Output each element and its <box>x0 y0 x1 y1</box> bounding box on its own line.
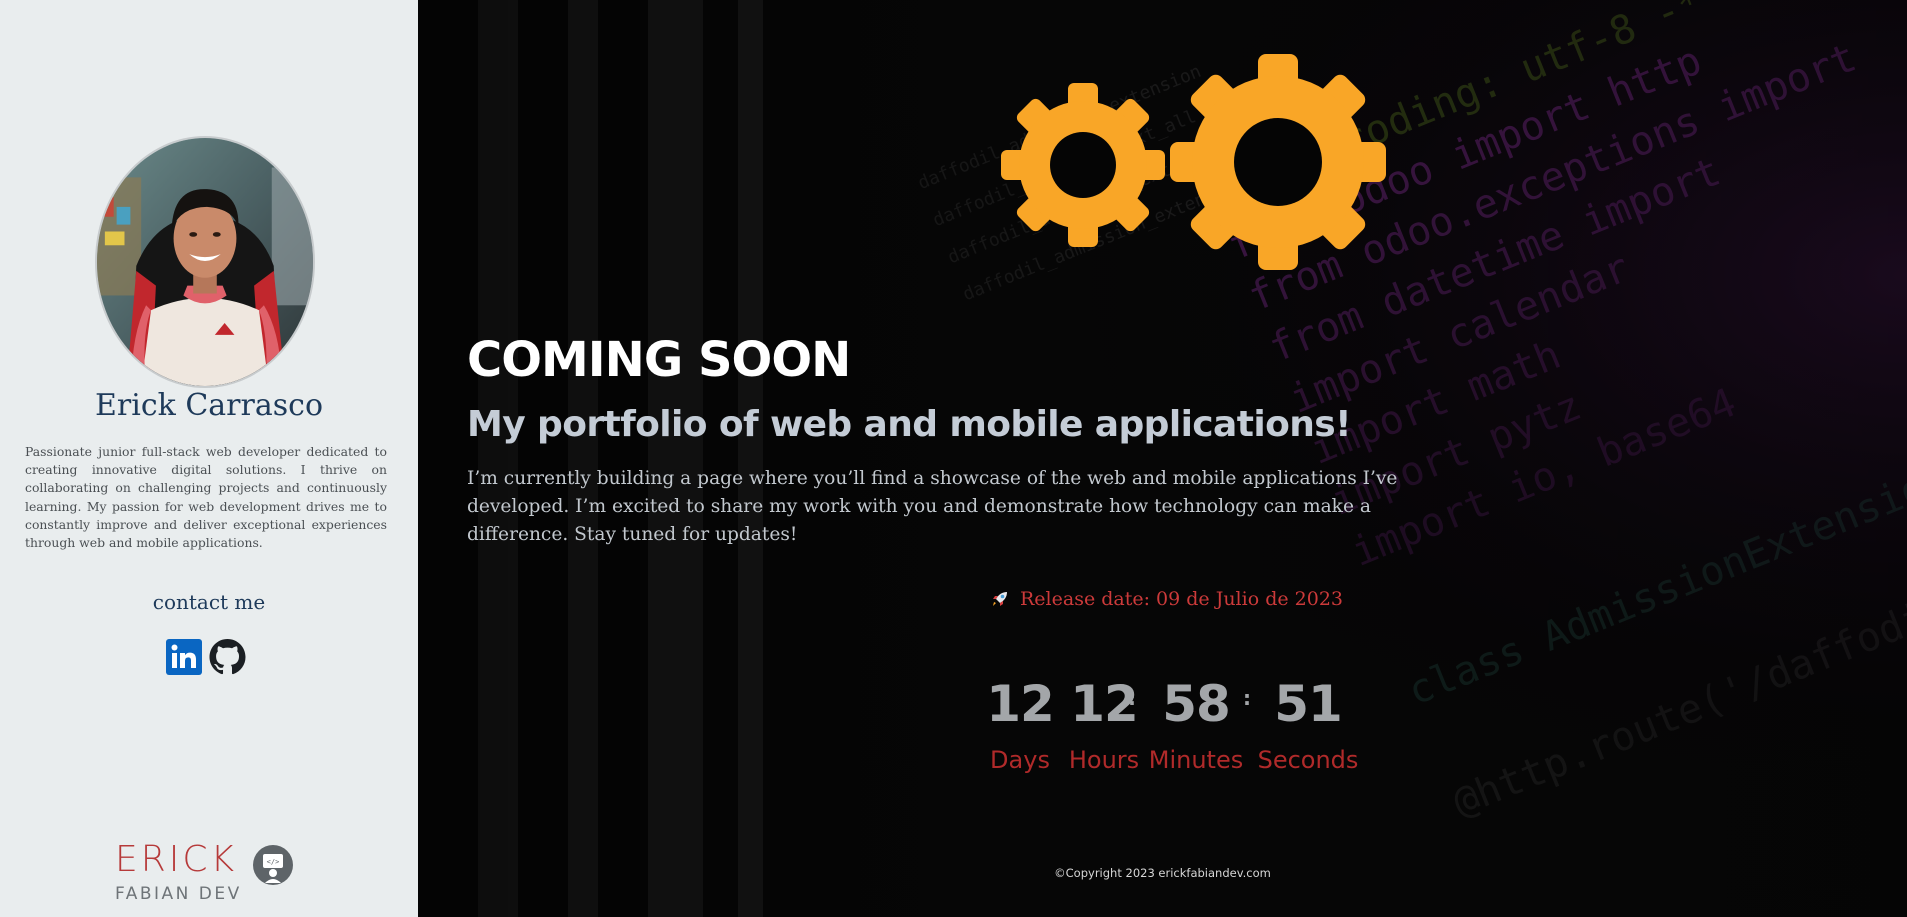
release-date: Release date: 09 de Julio de 2023 <box>990 588 1343 610</box>
gears-icon <box>1001 54 1386 270</box>
profile-bio: Passionate junior full-stack web develop… <box>25 444 387 551</box>
rocket-icon <box>993 592 1007 606</box>
brand-sub-text: FABIAN DEV <box>115 884 242 904</box>
portfolio-subtitle: My portfolio of web and mobile applicati… <box>467 404 1352 445</box>
developer-badge-icon: </> <box>253 845 293 885</box>
release-date-text: Release date: 09 de Julio de 2023 <box>1020 588 1343 610</box>
countdown-separator: : <box>1128 686 1136 710</box>
avatar <box>95 136 315 388</box>
github-icon <box>209 639 246 675</box>
github-link[interactable] <box>209 639 246 675</box>
coming-soon-panel: from odoo import http from odoo.exceptio… <box>418 0 1907 917</box>
countdown-minutes-label: Minutes <box>1148 746 1244 774</box>
countdown-separator: : <box>1243 686 1251 710</box>
avatar-photo <box>97 138 313 386</box>
page: Erick Carrasco Passionate junior full-st… <box>0 0 1907 917</box>
portfolio-description: I’m currently building a page where you’… <box>467 468 1398 545</box>
contact-title: contact me <box>152 590 266 614</box>
profile-name: Erick Carrasco <box>94 388 324 423</box>
countdown-minutes-value: 58 <box>1162 675 1231 733</box>
linkedin-icon <box>166 639 202 675</box>
brand-logo: ERICK FABIAN DEV </> <box>113 840 303 904</box>
copyright-footer: ©Copyright 2023 erickfabiandev.com <box>1054 866 1271 880</box>
badge-code-text: </> <box>267 858 280 866</box>
countdown-separator: : <box>1038 686 1046 710</box>
coming-soon-heading: COMING SOON <box>467 332 851 388</box>
brand-main-text: ERICK <box>115 839 238 880</box>
countdown-seconds-label: Seconds <box>1257 746 1359 774</box>
linkedin-link[interactable] <box>166 639 202 675</box>
countdown-hours-value: 12 <box>1070 675 1139 733</box>
countdown-seconds-value: 51 <box>1274 675 1343 733</box>
profile-sidebar: Erick Carrasco Passionate junior full-st… <box>0 0 418 917</box>
countdown-timer: 12 : 12 : 58 : 51 Days Hours Minutes Sec… <box>418 672 1907 782</box>
